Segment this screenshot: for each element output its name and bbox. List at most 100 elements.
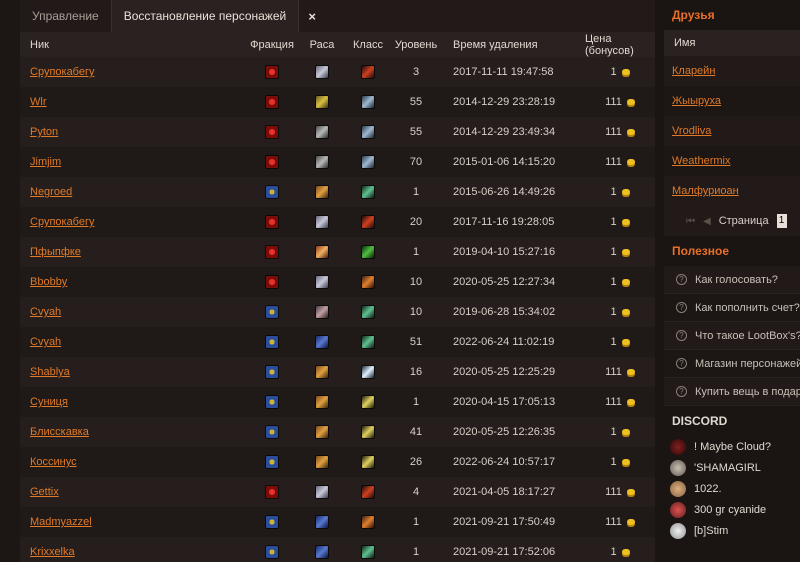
- table-row: Срупокабегу 3 2017-11-11 19:47:58 1: [20, 57, 655, 87]
- faction-cell: [248, 537, 296, 562]
- useful-label: Что такое LootBox's?: [695, 329, 800, 342]
- race-icon: [315, 485, 329, 499]
- useful-item[interactable]: ? Как пополнить счет?: [664, 294, 800, 322]
- character-name-link[interactable]: Negroed: [30, 186, 72, 198]
- name-cell: Gettix: [30, 477, 240, 507]
- table-row: Пфыпфке 1 2019-04-10 15:27:16 1: [20, 237, 655, 267]
- character-name-link[interactable]: Cvyah: [30, 336, 61, 348]
- alliance-faction-icon: [265, 185, 279, 199]
- character-name-link[interactable]: Cvyah: [30, 306, 61, 318]
- race-cell: [302, 477, 342, 507]
- table-row: Bbobby 10 2020-05-25 12:27:34 1: [20, 267, 655, 297]
- class-cell: [345, 237, 391, 267]
- race-cell: [302, 357, 342, 387]
- price-value: 1: [610, 306, 617, 318]
- race-icon: [315, 335, 329, 349]
- name-cell: Блисскавка: [30, 417, 240, 447]
- deleted-time-cell: 2017-11-11 19:47:58: [453, 66, 554, 78]
- race-cell: [302, 327, 342, 357]
- price-cell: 111: [585, 507, 655, 537]
- alliance-faction-icon: [265, 365, 279, 379]
- header-race: Раса: [309, 38, 335, 51]
- first-page-icon[interactable]: ⏮: [686, 216, 695, 227]
- friend-link[interactable]: Малфуриоан: [672, 185, 739, 197]
- friend-link[interactable]: Кларейн: [672, 65, 715, 77]
- close-icon[interactable]: ×: [299, 0, 325, 32]
- character-name-link[interactable]: Срупокабегу: [30, 216, 95, 228]
- price-value: 1: [610, 216, 617, 228]
- alliance-faction-icon: [265, 455, 279, 469]
- faction-cell: [248, 387, 296, 417]
- character-name-link[interactable]: Срупокабегу: [30, 66, 95, 78]
- deleted-time-cell: 2021-09-21 17:50:49: [453, 516, 556, 528]
- class-cell: [345, 537, 391, 562]
- price-cell: 1: [585, 327, 655, 357]
- character-name-link[interactable]: Суниця: [30, 396, 68, 408]
- price-value: 111: [605, 486, 622, 498]
- useful-item[interactable]: ? Что такое LootBox's?: [664, 322, 800, 350]
- character-name-link[interactable]: Madmyazzel: [30, 516, 92, 528]
- friends-title: Друзья: [672, 8, 715, 22]
- price-cell: 111: [585, 477, 655, 507]
- race-icon: [315, 125, 329, 139]
- price-cell: 1: [585, 57, 655, 87]
- friends-list: Кларейн Жыыруха Vrodliva Weathermix Малфурио…: [664, 56, 800, 206]
- character-name-link[interactable]: Блисскавка: [30, 426, 89, 438]
- price-cell: 1: [585, 447, 655, 477]
- race-cell: [302, 387, 342, 417]
- friend-link[interactable]: Weathermix: [672, 155, 730, 167]
- character-name-link[interactable]: Коссинус: [30, 456, 77, 468]
- tab-label: Восстановление персонажей: [123, 9, 287, 23]
- character-name-link[interactable]: Jimjim: [30, 156, 61, 168]
- character-name-link[interactable]: Пфыпфке: [30, 246, 81, 258]
- character-name-link[interactable]: Gettix: [30, 486, 59, 498]
- level-cell: 3: [412, 66, 420, 78]
- useful-item[interactable]: ? Купить вещь в подарок: [664, 378, 800, 406]
- character-name-link[interactable]: Bbobby: [30, 276, 67, 288]
- class-cell: [345, 297, 391, 327]
- tab-character-restore[interactable]: Восстановление персонажей: [111, 0, 300, 32]
- faction-cell: [248, 87, 296, 117]
- coin-icon: [626, 519, 635, 525]
- faction-cell: [248, 117, 296, 147]
- friend-link[interactable]: Жыыруха: [672, 95, 721, 107]
- useful-item[interactable]: ? Как голосовать?: [664, 266, 800, 294]
- class-icon: [361, 365, 375, 379]
- discord-username: [b]Stim: [694, 524, 729, 537]
- race-icon: [315, 185, 329, 199]
- useful-item[interactable]: ? Магазин персонажей: [664, 350, 800, 378]
- deleted-time-cell: 2020-05-25 12:25:29: [453, 366, 556, 378]
- character-name-link[interactable]: Wlr: [30, 96, 47, 108]
- price-value: 1: [610, 276, 617, 288]
- price-value: 111: [605, 156, 622, 168]
- avatar: [670, 480, 686, 497]
- deleted-time-cell: 2015-01-06 14:15:20: [453, 156, 556, 168]
- class-icon: [361, 425, 375, 439]
- race-icon: [315, 425, 329, 439]
- race-cell: [302, 417, 342, 447]
- character-name-link[interactable]: Pyton: [30, 126, 58, 138]
- race-cell: [302, 87, 342, 117]
- price-value: 111: [605, 516, 622, 528]
- horde-faction-icon: [265, 245, 279, 259]
- deleted-time-cell: 2020-05-25 12:27:34: [453, 276, 556, 288]
- price-cell: 1: [585, 177, 655, 207]
- prev-page-icon[interactable]: ◀: [703, 216, 711, 227]
- tab-management[interactable]: Управление: [20, 0, 112, 32]
- faction-cell: [248, 57, 296, 87]
- header-price: Цена (бонусов): [585, 32, 634, 57]
- class-cell: [345, 387, 391, 417]
- discord-member: [b]Stim: [664, 520, 800, 541]
- race-icon: [315, 365, 329, 379]
- alliance-faction-icon: [265, 335, 279, 349]
- class-icon: [361, 335, 375, 349]
- friend-link[interactable]: Vrodliva: [672, 125, 711, 137]
- price-value: 111: [605, 396, 622, 408]
- character-name-link[interactable]: Shablya: [30, 366, 70, 378]
- name-cell: Madmyazzel: [30, 507, 240, 537]
- discord-username: 300 gr cyanide: [694, 503, 767, 516]
- character-name-link[interactable]: Krixxelka: [30, 546, 75, 558]
- race-cell: [302, 147, 342, 177]
- sidebar: Друзья Имя Кларейн Жыыруха Vrodliva Weather…: [664, 0, 800, 562]
- page-number-input[interactable]: 1: [776, 214, 787, 228]
